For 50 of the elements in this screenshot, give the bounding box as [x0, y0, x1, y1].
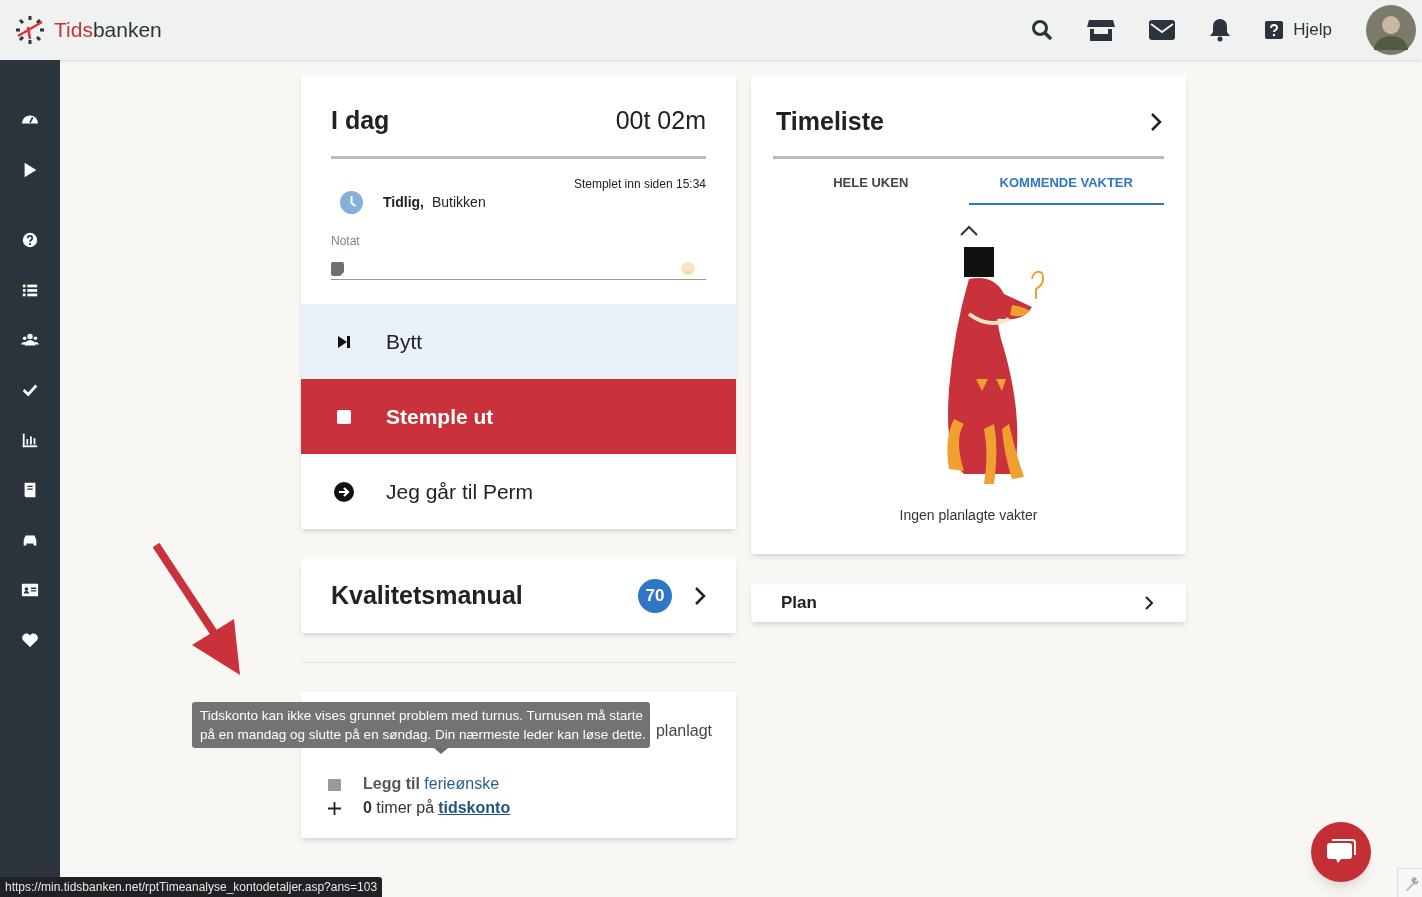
chevron-right-icon[interactable] [1144, 595, 1154, 611]
search-icon[interactable] [1031, 19, 1054, 41]
action-button[interactable]: Jeg går til Perm [301, 454, 736, 529]
tooltip-pointer [434, 748, 448, 754]
field-label: Notat [331, 234, 360, 248]
chevron-up-icon[interactable] [958, 225, 979, 237]
arrow-circle-icon [334, 481, 354, 502]
help-icon[interactable] [21, 231, 39, 249]
note-icon [331, 261, 344, 276]
stamped-text: Stemplet inn siden 15:34 [573, 176, 706, 193]
empty-message: Ingen planlagte vakter [899, 506, 1038, 525]
chevron-right-icon[interactable] [1150, 111, 1162, 132]
card-title: I dag [331, 104, 390, 136]
status-url: https://min.tidsbanken.net/rptTimeanalyse_kontodetaljer.asp?ans=103 [0, 877, 383, 897]
help-icon[interactable] [1265, 21, 1284, 39]
action-button[interactable]: Bytt [301, 304, 736, 379]
plus-icon[interactable] [328, 801, 341, 815]
bell-icon[interactable] [1209, 18, 1232, 42]
action-button[interactable]: Stemple ut [301, 379, 736, 454]
tab[interactable]: KOMMENDE VAKTER [968, 159, 1164, 205]
count-badge: 70 [638, 579, 672, 613]
vacation-summary: planlagt [655, 721, 712, 741]
skip-icon [337, 334, 351, 349]
logo-text: Tidsbanken [54, 17, 162, 44]
location-text: Butikken [431, 193, 486, 212]
store-icon[interactable] [1087, 18, 1116, 42]
stop-icon [337, 409, 351, 424]
heart-icon[interactable] [21, 631, 39, 649]
duration-text: 00t 02m [615, 104, 706, 136]
plan-card[interactable]: Plan [751, 584, 1186, 622]
calendar-icon [328, 777, 341, 791]
card-title: Plan [781, 592, 817, 615]
clock-logo-icon [14, 14, 46, 46]
wrench-icon [1405, 877, 1419, 891]
help-link[interactable]: Hjelp [1293, 17, 1332, 43]
time-account-text: 0 timer på [363, 798, 435, 818]
manual-card[interactable]: Kvalitetsmanual 70 [301, 559, 736, 633]
chevron-right-icon[interactable] [694, 586, 706, 606]
avatar[interactable] [1366, 5, 1416, 55]
time-account-link[interactable]: tidskonto [438, 796, 511, 820]
id-card-icon[interactable] [21, 581, 39, 599]
tab[interactable]: HELE UKEN [773, 159, 969, 205]
card-title: Kvalitetsmanual [331, 580, 523, 612]
mail-icon[interactable] [1149, 20, 1176, 40]
add-vacation-link[interactable]: Legg til ferieønske [363, 772, 500, 796]
card-title: Timeliste [776, 105, 884, 137]
chart-icon[interactable] [21, 431, 39, 449]
clock-icon [340, 191, 363, 214]
chat-button[interactable] [1311, 822, 1371, 882]
shift-label: Tidlig, [383, 193, 424, 212]
